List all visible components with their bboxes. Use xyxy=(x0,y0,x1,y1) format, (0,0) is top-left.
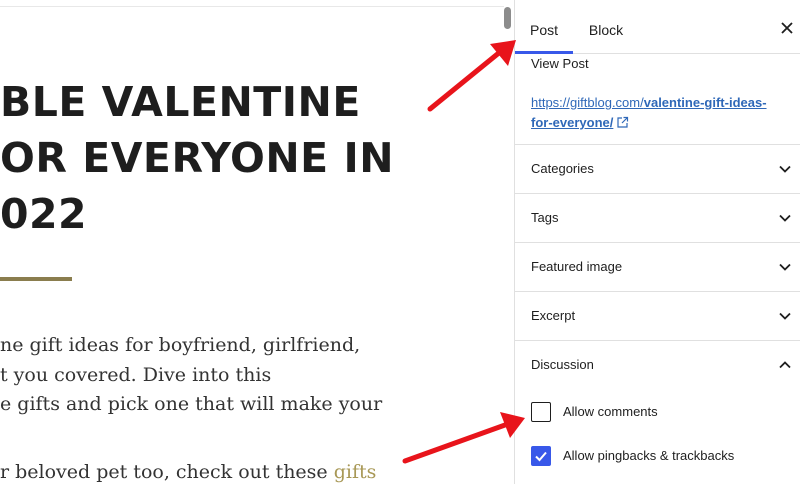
post-title-line-3[interactable]: 022 xyxy=(0,190,87,238)
allow-comments-checkbox[interactable] xyxy=(531,402,551,422)
permalink-slug-1: valentine-gift-ideas- xyxy=(643,95,767,110)
paragraph-1-line-1[interactable]: ne gift ideas for boyfriend, girlfriend, xyxy=(0,331,380,361)
external-link-icon xyxy=(616,115,629,135)
panel-categories[interactable]: Categories xyxy=(515,144,800,193)
active-tab-indicator xyxy=(515,51,573,54)
panel-discussion-title: Discussion xyxy=(531,357,594,372)
checkmark-icon xyxy=(535,451,547,462)
panel-featured-image-title: Featured image xyxy=(531,259,623,274)
panel-featured-image[interactable]: Featured image xyxy=(515,242,800,291)
close-sidebar-button[interactable] xyxy=(779,20,795,36)
editor-top-border xyxy=(0,6,504,7)
view-post-label: View Post xyxy=(531,56,589,71)
allow-pingbacks-checkbox[interactable] xyxy=(531,446,551,466)
sidebar-tabs: Post Block xyxy=(515,0,800,54)
tab-post[interactable]: Post xyxy=(515,0,573,54)
title-underline-rule xyxy=(0,277,72,281)
panel-discussion[interactable]: Discussion xyxy=(515,340,800,389)
chevron-down-icon xyxy=(779,312,791,320)
allow-comments-label[interactable]: Allow comments xyxy=(563,404,658,419)
post-title-line-1[interactable]: BLE VALENTINE xyxy=(0,78,361,126)
paragraph-2[interactable]: r beloved pet too, check out these gifts xyxy=(0,458,380,484)
permalink-slug-2: for-everyone/ xyxy=(531,115,614,130)
permalink-prefix: https://giftblog.com/ xyxy=(531,95,644,110)
gifts-link[interactable]: gifts xyxy=(334,461,377,483)
editor-canvas[interactable]: BLE VALENTINE OR EVERYONE IN 022 ne gift… xyxy=(0,0,514,484)
chevron-down-icon xyxy=(779,214,791,222)
panel-tags-title: Tags xyxy=(531,210,559,225)
canvas-scrollbar[interactable] xyxy=(504,7,511,29)
post-permalink[interactable]: https://giftblog.com/valentine-gift-idea… xyxy=(531,93,793,135)
paragraph-1-line-2[interactable]: t you covered. Dive into this xyxy=(0,361,380,391)
paragraph-1-line-3[interactable]: e gifts and pick one that will make your xyxy=(0,390,382,420)
chevron-up-icon xyxy=(779,361,791,369)
chevron-down-icon xyxy=(779,263,791,271)
panel-excerpt-title: Excerpt xyxy=(531,308,576,323)
tab-block[interactable]: Block xyxy=(573,0,639,54)
post-title-line-2[interactable]: OR EVERYONE IN xyxy=(0,134,394,182)
close-icon xyxy=(781,22,793,34)
post-body[interactable]: ne gift ideas for boyfriend, girlfriend,… xyxy=(0,331,382,484)
settings-sidebar: Post Block View Post https://giftblog.co… xyxy=(514,0,800,484)
allow-pingbacks-label[interactable]: Allow pingbacks & trackbacks xyxy=(563,448,734,463)
panel-categories-title: Categories xyxy=(531,161,594,176)
panel-excerpt[interactable]: Excerpt xyxy=(515,291,800,340)
panel-tags[interactable]: Tags xyxy=(515,193,800,242)
chevron-down-icon xyxy=(779,165,791,173)
paragraph-2-text: r beloved pet too, check out these xyxy=(0,460,334,483)
